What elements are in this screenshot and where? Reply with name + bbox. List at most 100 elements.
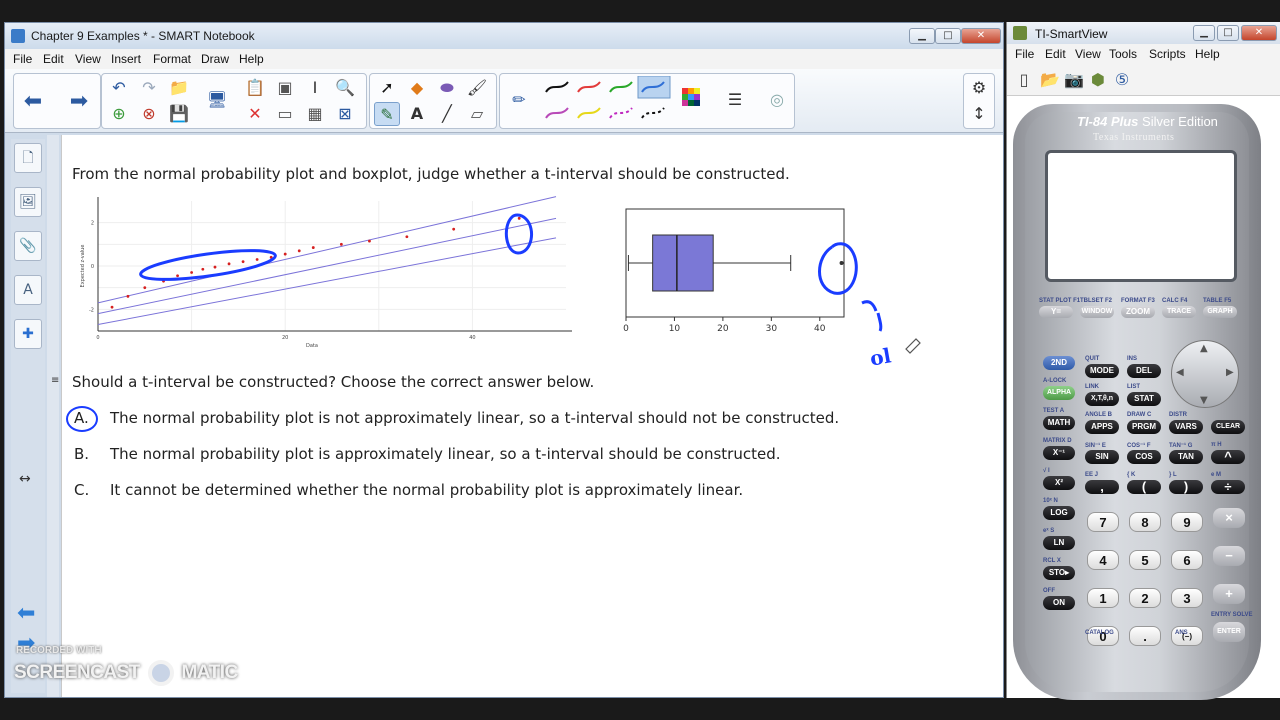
sidebar-divider[interactable] [47,135,59,697]
color-palette-icon[interactable] [678,88,704,112]
next-page-arrow-icon[interactable]: ➡ [66,90,92,114]
key-row-c-0[interactable]: APPS [1085,420,1119,434]
display-icon[interactable]: 🖥 [204,88,230,112]
addons-icon[interactable]: ✚ [14,319,42,349]
clear-page-icon[interactable]: ⊠ [332,102,358,126]
maximize-button[interactable]: □ [935,28,961,44]
key-num-0-2[interactable]: 9 [1171,512,1203,532]
spell-check-icon[interactable]: 🔍 [332,76,358,100]
option-b[interactable]: B. The normal probability plot is approx… [72,445,972,467]
pens-icon[interactable]: ✎ [374,102,400,126]
text-tool-icon[interactable]: A [404,102,430,126]
resize-handle-icon[interactable]: ↔ [19,471,31,487]
key-row-c-3[interactable]: CLEAR [1211,420,1245,434]
key-left-5[interactable]: LOG [1043,506,1075,520]
menu-help[interactable]: Help [239,52,264,66]
key-num-1-1[interactable]: 5 [1129,550,1161,570]
key-op-3[interactable]: ENTER [1213,622,1245,642]
screen-shade-icon[interactable]: ▭ [272,102,298,126]
close-button[interactable]: ✕ [961,28,1001,44]
highlighter-icon[interactable]: ▱ [464,102,490,126]
key-row-e-0[interactable]: , [1085,480,1119,494]
option-a[interactable]: A. The normal probability plot is not ap… [66,406,972,432]
key-num-0-0[interactable]: 7 [1087,512,1119,532]
key-op-2[interactable]: + [1213,584,1245,604]
pen-color-swatches[interactable] [542,76,682,128]
paste-icon[interactable]: 📋 [242,76,268,100]
key-num-2-1[interactable]: 2 [1129,588,1161,608]
menu-edit[interactable]: Edit [43,52,64,66]
previous-page-arrow-icon[interactable]: ⬅ [20,90,46,114]
save-icon[interactable]: 💾 [166,102,192,126]
key-row-b-1[interactable]: STAT [1127,392,1161,406]
key-left-7[interactable]: STO▸ [1043,566,1075,580]
delete-icon[interactable]: ✕ [242,102,268,126]
key-left-8[interactable]: ON [1043,596,1075,610]
key-left-6[interactable]: LN [1043,536,1075,550]
key-mode[interactable]: MODE [1085,364,1119,378]
fill-icon[interactable]: 🖌 [464,76,490,100]
sidebar-collapse-handle[interactable]: ≡ [51,375,59,386]
option-c[interactable]: C. It cannot be determined whether the n… [72,481,972,503]
key-left-1[interactable]: ALPHA [1043,386,1075,400]
add-page-icon[interactable]: ⊕ [106,102,132,126]
select-arrow-icon[interactable]: ➚ [374,76,400,100]
notebook-page[interactable]: From the normal probability plot and box… [61,135,1003,697]
attachments-icon[interactable]: 📎 [14,231,42,261]
key-left-4[interactable]: X² [1043,476,1075,490]
key-row-c-1[interactable]: PRGM [1127,420,1161,434]
menu-format[interactable]: Format [153,52,191,66]
line-icon[interactable]: ╱ [434,102,460,126]
properties-icon[interactable]: A [14,275,42,305]
key-num-0-1[interactable]: 8 [1129,512,1161,532]
key-op-0[interactable]: × [1213,508,1245,528]
redo-icon[interactable]: ↷ [136,76,162,100]
key-del[interactable]: DEL [1127,364,1161,378]
menu-file[interactable]: File [13,52,32,66]
key-num-3-0[interactable]: 0 [1087,626,1119,646]
color-grid-icon [682,88,700,106]
key-row-e-2-secondary-label: } L [1169,472,1177,478]
key-row-e-2[interactable]: ) [1169,480,1203,494]
open-folder-icon[interactable]: 📁 [166,76,192,100]
screen-capture-icon[interactable]: ▣ [272,76,298,100]
key-row-d-3[interactable]: ^ [1211,450,1245,464]
key-row-d-0[interactable]: SIN [1085,450,1119,464]
key-row-d-2[interactable]: TAN [1169,450,1203,464]
table-icon[interactable]: ▦ [302,102,328,126]
key-row-c-2[interactable]: VARS [1169,420,1203,434]
sidebar-prev-arrow-icon[interactable]: ⬅ [17,601,35,626]
shapes-icon[interactable]: ◆ [404,76,430,100]
insert-text-icon[interactable]: Ⅰ [302,76,328,100]
delete-page-icon[interactable]: ⊗ [136,102,162,126]
eraser-icon[interactable]: ⬬ [434,76,460,100]
undo-icon[interactable]: ↶ [106,76,132,100]
key-left-2[interactable]: MATH [1043,416,1075,430]
key-num-2-2[interactable]: 3 [1171,588,1203,608]
key-left-0[interactable]: 2ND [1043,356,1075,370]
watermark-logo: SCREENCAST MATIC [14,660,238,686]
key-num-1-0[interactable]: 4 [1087,550,1119,570]
key-row-d-1[interactable]: COS [1127,450,1161,464]
key-num-3-1[interactable]: . [1129,626,1161,646]
key-left-3[interactable]: X⁻¹ [1043,446,1075,460]
key-row-b-0[interactable]: X,T,θ,n [1085,392,1119,406]
key-num-2-0[interactable]: 1 [1087,588,1119,608]
key-row-e-1[interactable]: ( [1127,480,1161,494]
pen-style-icon[interactable]: ✏ [506,88,532,112]
key-row-e-3[interactable]: ÷ [1211,480,1245,494]
page-sorter-icon[interactable]: 🗋 [14,143,42,173]
key-op-1[interactable]: − [1213,546,1245,566]
move-toolbar-icon[interactable]: ↕ [966,102,992,126]
menu-insert[interactable]: Insert [111,52,141,66]
line-style-icon[interactable]: ☰ [722,88,748,112]
menu-view[interactable]: View [75,52,101,66]
minimize-button[interactable]: ▁ [909,28,935,44]
pen-swatch-dashed [641,107,665,119]
menu-draw[interactable]: Draw [201,52,229,66]
transparency-icon[interactable]: ◎ [764,88,790,112]
gear-icon[interactable]: ⚙ [966,76,992,100]
key-num-1-2[interactable]: 6 [1171,550,1203,570]
key-num-3-2[interactable]: (−) [1171,626,1203,646]
gallery-icon[interactable]: 🖼 [14,187,42,217]
